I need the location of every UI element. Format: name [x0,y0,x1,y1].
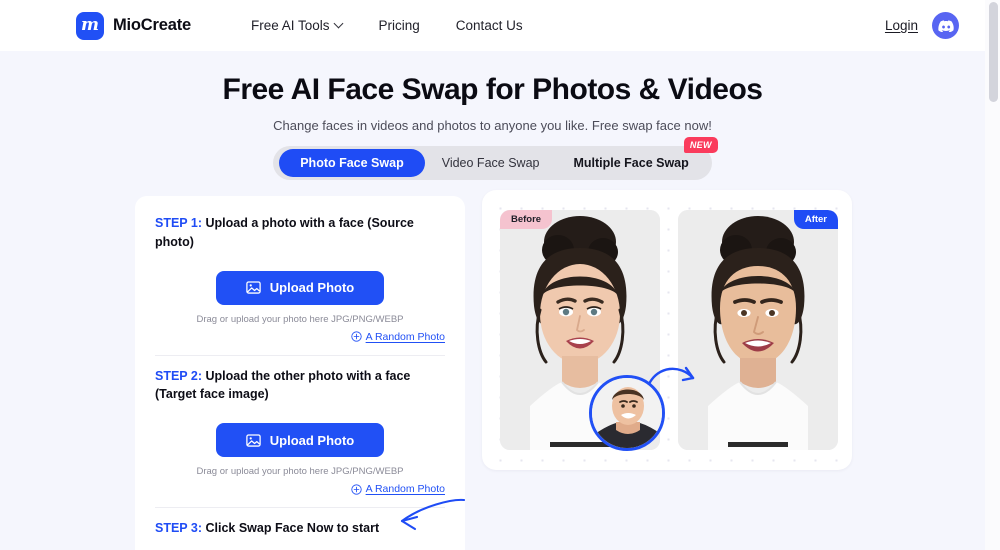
step-3-title: STEP 3: Click Swap Face Now to start [155,519,445,538]
step-3-text: Click Swap Face Now to start [202,521,380,535]
image-upload-icon [246,433,261,447]
page-title: Free AI Face Swap for Photos & Videos [222,73,763,106]
nav-label-contact-us: Contact Us [455,18,523,33]
scrollbar-thumb[interactable] [988,2,998,102]
plus-circle-icon [350,483,362,495]
upload-photo-button-source[interactable]: Upload Photo [216,270,384,305]
brand-name: MioCreate [113,16,191,34]
step-1-number: STEP 1: [155,216,203,230]
discord-glyph [937,19,954,32]
nav-label-pricing: Pricing [378,18,420,33]
miocreate-logo-icon: m [76,11,104,40]
tab-label-multiple-face-swap: Multiple Face Swap [573,156,689,170]
random-photo-label-target: A Random Photo [365,483,445,495]
plus-circle-icon [350,331,362,342]
step-divider-1 [155,354,445,356]
step-3-number: STEP 3: [155,521,203,535]
upload-photo-label-source: Upload Photo [269,280,355,295]
tabs-container: Photo Face Swap Video Face Swap Multiple… [0,137,985,180]
step-2-title: STEP 2: Upload the other photo with a fa… [155,367,445,405]
login-button[interactable]: Login [885,18,918,33]
face-swap-mode-tabs: Photo Face Swap Video Face Swap Multiple… [273,137,718,180]
image-upload-icon [246,281,261,294]
random-photo-label-source: A Random Photo [365,330,445,343]
tab-label-video-face-swap: Video Face Swap [441,156,540,170]
step-2-block: STEP 2: Upload the other photo with a fa… [155,367,445,496]
before-tag: Before [500,210,553,229]
upload-hint-source: Drag or upload your photo here JPG/PNG/W… [196,313,404,325]
chevron-down-icon [335,20,343,28]
tab-label-photo-face-swap: Photo Face Swap [300,156,404,170]
discord-icon[interactable] [932,12,959,39]
page-root: m MioCreate Free AI Tools Pricing Contac… [0,0,1000,550]
upload-photo-button-target[interactable]: Upload Photo [216,423,384,457]
step-3-block: STEP 3: Click Swap Face Now to start Swa… [155,519,445,550]
before-after-preview-panel: Before After [482,190,852,470]
site-header: m MioCreate Free AI Tools Pricing Contac… [0,0,985,51]
source-face-image [592,378,662,448]
random-photo-link-source[interactable]: A Random Photo [155,331,445,343]
nav-item-free-ai-tools[interactable]: Free AI Tools [251,18,343,33]
tab-multiple-face-swap[interactable]: Multiple Face Swap [556,150,705,176]
page-scrollbar[interactable] [985,0,1000,550]
tab-photo-face-swap[interactable]: Photo Face Swap [279,149,425,177]
source-face-thumbnail [589,375,665,451]
page-subtitle: Change faces in videos and photos to any… [273,118,712,133]
nav-label-free-ai-tools: Free AI Tools [250,18,330,33]
after-photo: After [678,210,838,450]
nav-item-pricing[interactable]: Pricing [379,18,420,33]
step-1-title: STEP 1: Upload a photo with a face (Sour… [155,214,445,252]
step-2-number: STEP 2: [155,368,203,383]
new-badge: NEW [680,137,718,153]
after-photo-image [678,210,838,450]
random-photo-link-target[interactable]: A Random Photo [155,483,445,495]
step-1-block: STEP 1: Upload a photo with a face (Sour… [155,214,445,343]
header-actions: Login [885,12,959,39]
nav-item-contact-us[interactable]: Contact Us [456,18,523,33]
hero-section: Free AI Face Swap for Photos & Videos Ch… [0,51,985,133]
brand-logo[interactable]: m MioCreate [76,11,191,40]
main-nav: Free AI Tools Pricing Contact Us [251,18,523,33]
upload-steps-card: STEP 1: Upload a photo with a face (Sour… [135,196,465,550]
upload-hint-target: Drag or upload your photo here JPG/PNG/W… [196,466,404,477]
upload-photo-label-target: Upload Photo [269,432,355,448]
tab-video-face-swap[interactable]: Video Face Swap [425,150,557,176]
step-divider-2 [155,507,445,508]
after-tag: After [793,210,838,229]
